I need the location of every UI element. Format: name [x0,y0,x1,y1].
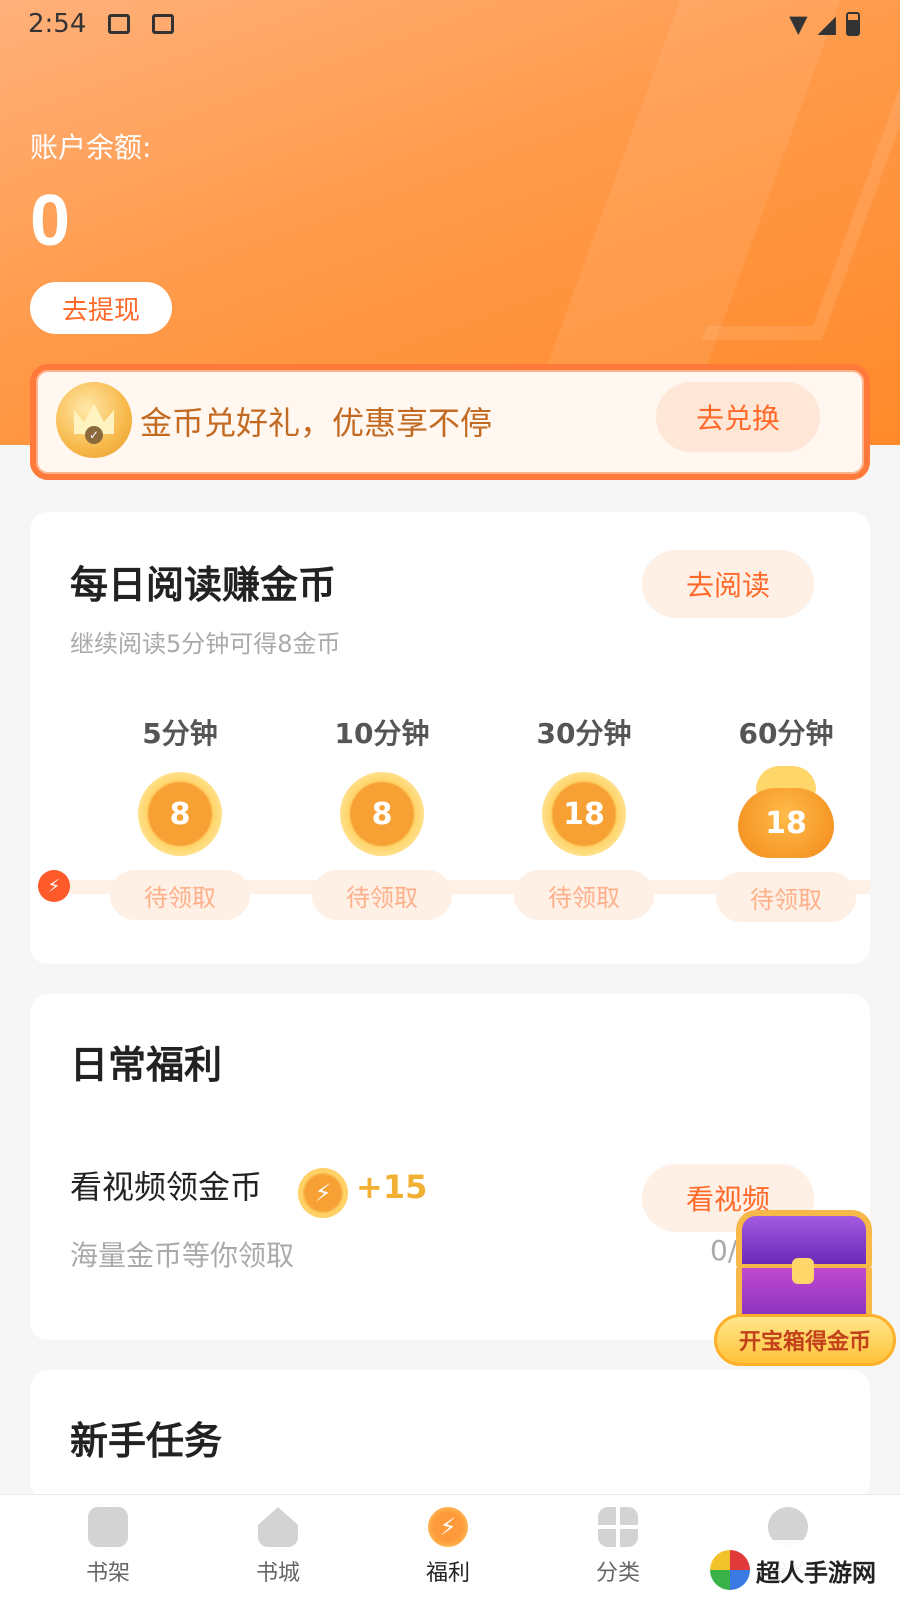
tab-bookshelf[interactable]: 书架 [48,1507,168,1587]
tab-label: 书架 [85,1561,130,1586]
claim-button[interactable]: 待领取 [514,870,654,920]
reading-step: 30分钟 18 待领取 [514,712,654,920]
claim-button[interactable]: 待领取 [312,870,452,920]
task-reward: +15 [356,1168,428,1206]
bolt-icon: ⚡ [38,870,70,902]
tab-bookstore[interactable]: 书城 [218,1507,338,1587]
tab-label: 书城 [255,1561,300,1586]
money-bag-icon: 18 [738,766,834,858]
tab-category[interactable]: 分类 [558,1507,678,1587]
battery-icon [846,12,860,36]
coin-bolt-icon: ⚡ [298,1168,348,1218]
go-read-button[interactable]: 去阅读 [642,550,814,618]
task-title: 看视频领金币 [70,1168,263,1206]
step-coins: 8 [169,796,191,832]
wifi-icon: ▼ [789,10,808,38]
task-subtitle: 海量金币等你领取 [70,1239,295,1272]
signal-icon: ◢ [817,10,836,38]
newbie-tasks-card: 新手任务 [30,1370,870,1500]
reading-title: 每日阅读赚金币 [70,563,337,607]
status-bar: 2:54 ▼ ◢ [0,0,900,48]
coin-icon: 8 [340,772,424,856]
status-time: 2:54 [28,9,87,39]
step-coins: 18 [563,796,605,832]
daily-title: 日常福利 [70,1043,223,1087]
keyboard-icon [152,14,175,34]
step-minutes: 30分钟 [536,717,632,750]
chest-label: 开宝箱得金币 [714,1314,896,1366]
reading-step: 10分钟 8 待领取 [312,712,452,920]
treasure-chest-button[interactable]: 开宝箱得金币 [712,1210,898,1376]
tab-label: 分类 [595,1561,640,1586]
step-minutes: 10分钟 [334,717,430,750]
grid-icon [598,1507,638,1547]
exchange-button[interactable]: 去兑换 [656,382,820,452]
tab-label: 福利 [425,1561,470,1586]
bolt-coin-icon: ⚡ [428,1507,468,1547]
gallery-icon [108,14,131,34]
site-watermark: 超人手游网 [700,1540,900,1600]
newbie-title: 新手任务 [70,1419,223,1463]
reading-step: 5分钟 8 待领取 [110,712,250,920]
home-icon [258,1507,298,1547]
step-minutes: 60分钟 [738,717,834,750]
watermark-text: 超人手游网 [756,1558,876,1587]
exchange-promo-banner[interactable]: ✓ 金币兑好礼，优惠享不停 去兑换 [30,364,870,480]
step-minutes: 5分钟 [142,717,218,750]
bookshelf-icon [88,1507,128,1547]
crown-icon: ✓ [56,382,132,458]
claim-button[interactable]: 待领取 [110,870,250,920]
withdraw-button[interactable]: 去提现 [30,282,172,334]
balance-label: 账户余额: [30,131,152,164]
coin-icon: 8 [138,772,222,856]
reading-step: 60分钟 18 待领取 [716,712,856,922]
promo-text: 金币兑好礼，优惠享不停 [140,404,493,442]
step-coins: 18 [765,805,807,841]
step-coins: 8 [371,796,393,832]
tab-welfare[interactable]: ⚡ 福利 [388,1507,508,1587]
chest-lock-icon [792,1258,814,1284]
coin-icon: 18 [542,772,626,856]
daily-reading-card: 每日阅读赚金币 继续阅读5分钟可得8金币 去阅读 ⚡ 5分钟 8 待领取 10分… [30,512,870,964]
watermark-logo-icon [710,1550,750,1590]
balance-value: 0 [30,181,71,261]
claim-button[interactable]: 待领取 [716,872,856,922]
reading-subtitle: 继续阅读5分钟可得8金币 [70,630,341,658]
